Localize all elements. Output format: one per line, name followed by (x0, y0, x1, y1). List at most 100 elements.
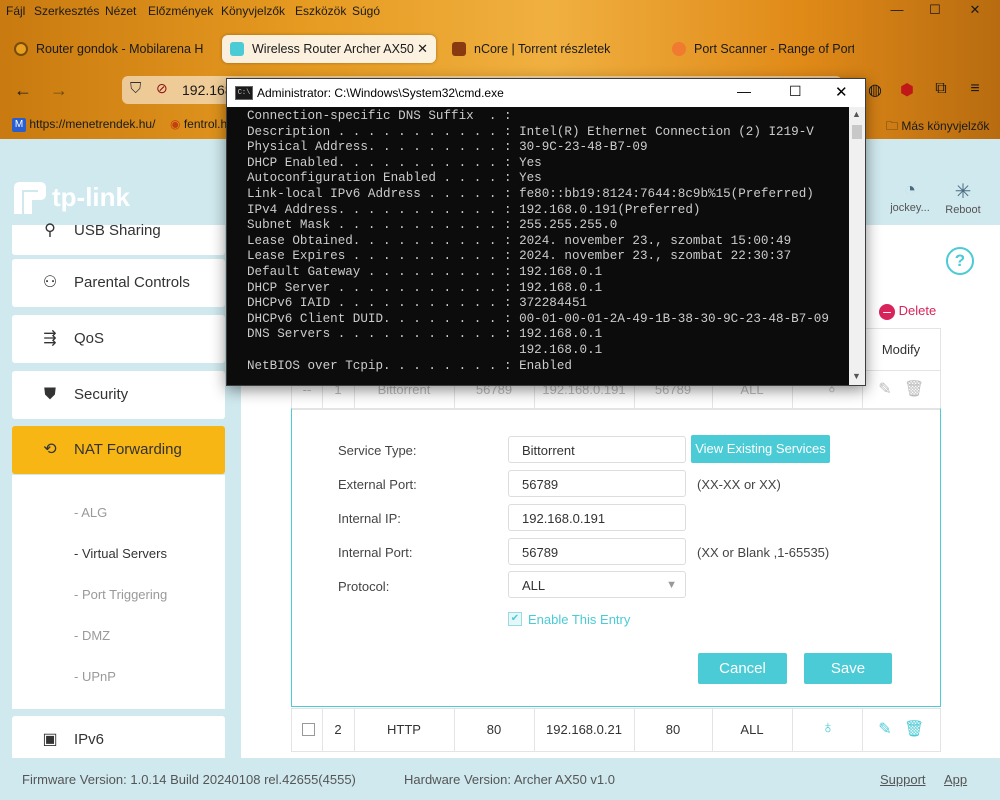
sidebar-item-usb-sharing[interactable]: ⚲ USB Sharing (12, 222, 225, 255)
close-icon[interactable]: ✕ (835, 83, 848, 101)
bookmark-label: https://menetrendek.hu/ (29, 117, 156, 131)
edit-icon[interactable]: ✎ (876, 379, 894, 399)
row-internal-ip: 192.168.0.21 (546, 722, 622, 737)
row-checkbox[interactable] (302, 723, 315, 736)
bookmark-menetrendek[interactable]: M https://menetrendek.hu/ (12, 117, 155, 132)
other-bookmarks[interactable]: 🗀 Más könyvjelzők (886, 117, 989, 138)
trash-icon[interactable]: 🗑 (904, 719, 924, 739)
help-icon[interactable]: ? (946, 247, 974, 275)
globe-icon[interactable]: ◍ (864, 80, 886, 100)
hardware-version: Hardware Version: Archer AX50 v1.0 (404, 772, 616, 787)
tab-port-scanner[interactable]: Port Scanner - Range of Ports - (664, 35, 854, 63)
cmd-line: Autoconfiguration Enabled . . . . : Yes (247, 171, 542, 186)
cmd-line: Description . . . . . . . . . . . : Inte… (247, 124, 814, 139)
save-button[interactable]: Save (804, 653, 892, 684)
menu-bar: Fájl Szerkesztés Nézet Előzmények Könyvj… (0, 0, 1000, 22)
lightbulb-icon[interactable]: ♁ (818, 717, 838, 738)
external-port-label: External Port: (338, 477, 417, 492)
sidebar-item-label: USB Sharing (74, 222, 161, 239)
scroll-thumb[interactable] (852, 125, 862, 139)
submenu-label: DMZ (81, 628, 111, 643)
delete-label: Delete (898, 303, 937, 318)
bookmark-fentrol[interactable]: ◉ fentrol.h (170, 117, 227, 131)
reboot-label: Reboot (945, 204, 981, 216)
cmd-line: NetBIOS over Tcpip. . . . . . . . : Enab… (247, 358, 572, 373)
parental-icon: ⚇ (42, 274, 58, 291)
table-row[interactable]: 2 HTTP 80 192.168.0.21 80 ALL ♁ ✎ 🗑 (291, 708, 941, 752)
support-link[interactable]: Support (880, 772, 926, 787)
menu-history[interactable]: Előzmények (148, 4, 213, 18)
tab-favicon-icon (452, 42, 466, 56)
minimize-icon[interactable]: — (737, 83, 751, 99)
minimize-icon[interactable]: — (882, 2, 912, 20)
close-icon[interactable]: ✕ (960, 2, 990, 20)
chevron-down-icon: ▼ (666, 579, 677, 591)
app-link[interactable]: App (944, 772, 967, 787)
menu-tools[interactable]: Eszközök (295, 4, 346, 18)
submenu-port-triggering[interactable]: - Port Triggering (74, 587, 167, 602)
extensions-icon[interactable]: ⧉ (930, 80, 952, 98)
submenu-upnp[interactable]: - UPnP (74, 669, 116, 684)
forward-icon[interactable]: → (48, 80, 70, 101)
cmd-title-bar[interactable]: C:\ Administrator: C:\Windows\System32\c… (227, 79, 865, 107)
cmd-scrollbar[interactable]: ▲ ▼ (849, 107, 865, 385)
scroll-down-icon[interactable]: ▼ (852, 371, 861, 381)
cmd-line: 192.168.0.1 (247, 343, 603, 357)
tab-label: Router gondok - Mobilarena H (36, 42, 204, 56)
user-account[interactable]: ◔ jockey... (885, 179, 935, 214)
external-port-field[interactable]: 56789 (508, 470, 686, 497)
sidebar-item-security[interactable]: ⛊ Security (12, 371, 225, 419)
menu-file[interactable]: Fájl (6, 4, 25, 18)
menu-edit[interactable]: Szerkesztés (34, 4, 99, 18)
submenu-label: Port Triggering (81, 587, 168, 602)
menu-help[interactable]: Súgó (352, 4, 380, 18)
ublock-icon[interactable]: ⬢ (896, 80, 918, 100)
shield-icon: ⛊ (43, 386, 56, 403)
submenu-alg[interactable]: - ALG (74, 505, 107, 520)
sidebar-item-parental-controls[interactable]: ⚇ Parental Controls (12, 259, 225, 307)
sidebar-item-qos[interactable]: ⇶ QoS (12, 315, 225, 363)
internal-ip-field[interactable]: 192.168.0.191 (508, 504, 686, 531)
tab-label: nCore | Torrent részletek (474, 42, 611, 56)
tab-router-gondok[interactable]: Router gondok - Mobilarena H (6, 35, 214, 63)
view-existing-services-button[interactable]: View Existing Services (691, 435, 830, 463)
sidebar-item-nat-forwarding[interactable]: ⟲ NAT Forwarding (12, 426, 225, 474)
shield-icon[interactable]: ⛉ (130, 80, 141, 97)
tab-ncore[interactable]: nCore | Torrent részletek (444, 35, 656, 63)
submenu-dmz[interactable]: - DMZ (74, 628, 110, 643)
trash-icon[interactable]: 🗑 (904, 379, 924, 399)
menu-view[interactable]: Nézet (105, 4, 136, 18)
sidebar-item-label: Parental Controls (74, 274, 190, 291)
hamburger-menu-icon[interactable]: ≡ (964, 80, 986, 98)
internal-port-label: Internal Port: (338, 545, 413, 560)
close-tab-icon[interactable]: ✕ (417, 35, 428, 63)
delete-button[interactable]: – Delete (879, 303, 936, 320)
reboot-button[interactable]: ✳ Reboot (938, 179, 988, 216)
cmd-line: DHCP Enabled. . . . . . . . . . . : Yes (247, 155, 542, 170)
internal-port-field[interactable]: 56789 (508, 538, 686, 565)
cmd-line: Lease Obtained. . . . . . . . . . : 2024… (247, 233, 792, 248)
service-type-field[interactable]: Bittorrent (508, 436, 686, 463)
submenu-label: Virtual Servers (81, 546, 167, 561)
row-external-port: 80 (486, 722, 502, 737)
maximize-icon[interactable]: ☐ (789, 83, 802, 100)
insecure-lock-icon[interactable]: ⊘ (156, 80, 168, 97)
cmd-output[interactable]: Connection-specific DNS Suffix . : Descri… (227, 107, 849, 385)
tab-archer-ax50[interactable]: Wireless Router Archer AX50 ✕ (222, 35, 436, 63)
brand-name: tp-link (52, 182, 130, 212)
scroll-up-icon[interactable]: ▲ (852, 109, 861, 119)
submenu-virtual-servers[interactable]: - Virtual Servers (74, 546, 167, 561)
cmd-window[interactable]: C:\ Administrator: C:\Windows\System32\c… (226, 78, 866, 386)
enable-entry-checkbox[interactable]: ✔ (508, 612, 522, 626)
cmd-line: DHCP Server . . . . . . . . . . . : 192.… (247, 280, 603, 295)
menu-bookmarks[interactable]: Könyvjelzők (221, 4, 285, 18)
protocol-select[interactable]: ALL ▼ (508, 571, 686, 598)
protocol-value: ALL (522, 578, 546, 593)
cancel-button[interactable]: Cancel (698, 653, 787, 684)
edit-icon[interactable]: ✎ (876, 719, 894, 739)
maximize-icon[interactable]: ☐ (920, 2, 950, 20)
back-icon[interactable]: ← (12, 80, 34, 101)
tab-label: Port Scanner - Range of Ports - (694, 42, 854, 56)
sidebar-item-ipv6[interactable]: ▣ IPv6 (12, 716, 225, 764)
folder-icon: 🗀 (886, 119, 899, 133)
